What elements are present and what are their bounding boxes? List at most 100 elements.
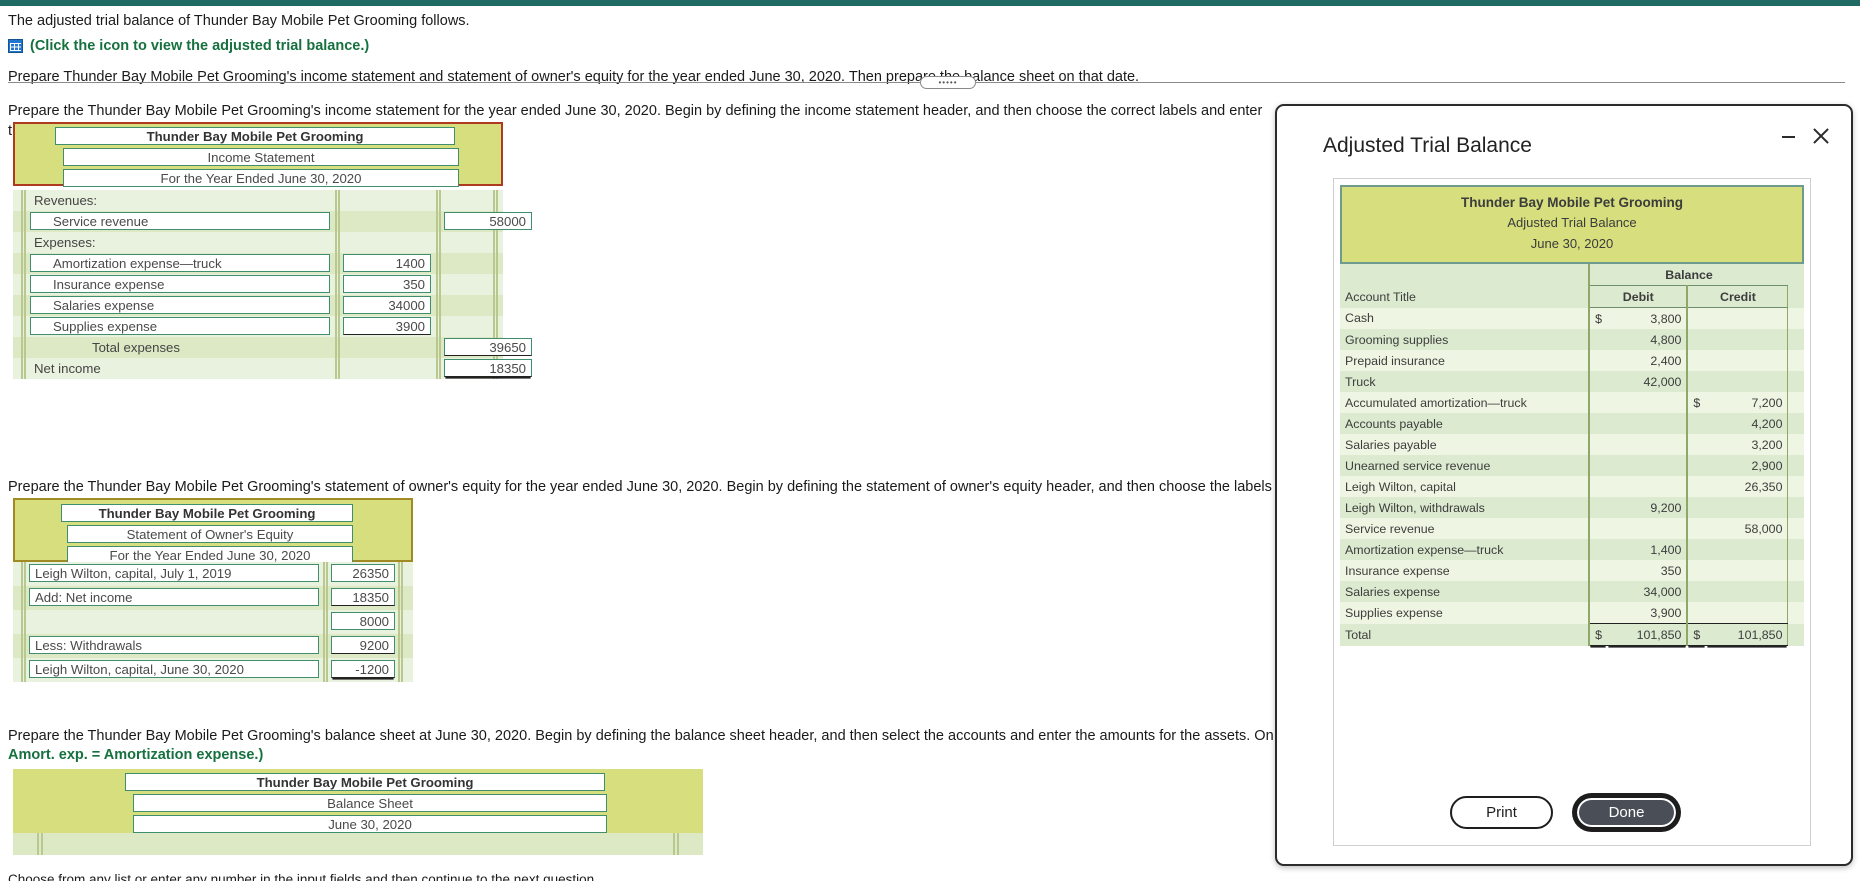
bottom-instruction: Choose from any list or enter any number…: [8, 872, 598, 881]
tb-credit-amount: 3,200: [1705, 434, 1788, 455]
tb-credit-currency: [1686, 560, 1706, 581]
column-rule: [326, 562, 328, 586]
tb-credit-amount: 58,000: [1705, 518, 1788, 539]
is-header-title-input[interactable]: Income Statement: [63, 148, 459, 166]
grid-table-icon[interactable]: [8, 38, 23, 53]
oe-amount-input[interactable]: 9200: [331, 636, 395, 654]
is-account-label-input[interactable]: Salaries expense: [30, 296, 330, 314]
tb-debit-currency: [1588, 392, 1608, 413]
is-account-label-input[interactable]: Service revenue: [30, 212, 330, 230]
tb-account-title: Truck: [1340, 371, 1590, 392]
print-button[interactable]: Print: [1450, 796, 1553, 829]
is-header-period-input[interactable]: For the Year Ended June 30, 2020: [63, 169, 459, 187]
is-row: Service revenue 58000: [13, 211, 532, 232]
is-amount-outer-input[interactable]: 58000: [444, 212, 532, 230]
column-rule: [24, 586, 26, 610]
column-rule: [21, 658, 23, 682]
is-amount-inner-input[interactable]: 1400: [343, 254, 431, 272]
is-amount-outer-input[interactable]: 39650: [444, 338, 532, 356]
bs-header-company-input[interactable]: Thunder Bay Mobile Pet Grooming: [125, 773, 605, 791]
tb-debit-amount: 2,400: [1607, 350, 1688, 371]
tb-credit-currency: $: [1686, 623, 1706, 646]
column-rule: [335, 211, 337, 232]
column-rule: [398, 658, 400, 682]
column-rule: [401, 562, 403, 586]
column-rule: [439, 253, 441, 274]
balance-group-header: Balance: [1588, 264, 1788, 286]
tb-account-title: Unearned service revenue: [1340, 455, 1590, 476]
column-rule: [496, 316, 498, 337]
oe-header-company-input[interactable]: Thunder Bay Mobile Pet Grooming: [61, 504, 353, 522]
is-row: Insurance expense 350: [13, 274, 503, 295]
column-rule: [21, 211, 23, 232]
dialog-title: Adjusted Trial Balance: [1323, 134, 1532, 157]
tb-debit-currency: [1588, 476, 1608, 497]
column-rule: [436, 211, 438, 232]
is-amount-inner-input[interactable]: 350: [343, 275, 431, 293]
tb-credit-currency: [1686, 476, 1706, 497]
tb-credit-amount: [1705, 581, 1788, 602]
col-account-title: Account Title: [1340, 285, 1590, 308]
column-rule: [496, 295, 498, 316]
table-row: Accounts payable 4,200: [1340, 413, 1804, 434]
close-icon[interactable]: [1809, 124, 1833, 148]
oe-amount-input[interactable]: 8000: [331, 612, 395, 630]
is-section-label: Net income: [34, 361, 101, 376]
tb-row-end-spacer: [1787, 518, 1804, 539]
minimize-icon[interactable]: [1779, 128, 1797, 146]
column-rule: [439, 295, 441, 316]
is-account-label-input[interactable]: Insurance expense: [30, 275, 330, 293]
table-row: Supplies expense 3,900: [1340, 602, 1804, 624]
tb-credit-currency: [1686, 581, 1706, 602]
is-amount-outer-input[interactable]: 18350: [444, 359, 532, 377]
tb-account-title: Accounts payable: [1340, 413, 1590, 434]
oe-amount-input[interactable]: -1200: [331, 660, 395, 678]
tb-account-title: Cash: [1340, 307, 1590, 329]
column-rule: [338, 253, 340, 274]
col-credit: Credit: [1686, 285, 1788, 308]
column-rule: [335, 295, 337, 316]
dialog-button-row: Print Done: [1277, 796, 1851, 829]
done-button[interactable]: Done: [1575, 796, 1678, 829]
column-rule: [338, 295, 340, 316]
group-header-endspacer: [1787, 264, 1804, 286]
tb-debit-currency: [1588, 539, 1608, 560]
is-amount-inner-input[interactable]: 34000: [343, 296, 431, 314]
oe-row: 8000: [13, 610, 413, 634]
bs-header-title-input[interactable]: Balance Sheet: [133, 794, 607, 812]
tb-debit-amount: 350: [1607, 560, 1688, 581]
column-rule: [335, 316, 337, 337]
view-trial-balance-link[interactable]: (Click the icon to view the adjusted tri…: [30, 38, 369, 54]
oe-amount-input[interactable]: 26350: [331, 564, 395, 582]
oe-row: Add: Net income 18350: [13, 586, 413, 610]
oe-label-input[interactable]: Leigh Wilton, capital, July 1, 2019: [29, 564, 319, 582]
column-rule: [338, 337, 340, 358]
oe-amount-input[interactable]: 18350: [331, 588, 395, 606]
column-rule: [493, 274, 495, 295]
is-amount-inner-input[interactable]: 3900: [343, 317, 431, 335]
column-rule: [24, 253, 26, 274]
is-account-label-input[interactable]: Supplies expense: [30, 317, 330, 335]
oe-label-input[interactable]: Add: Net income: [29, 588, 319, 606]
oe-label-input[interactable]: Less: Withdrawals: [29, 636, 319, 654]
divider-drag-handle[interactable]: •••••: [920, 76, 976, 89]
column-rule: [493, 190, 495, 211]
column-rule: [401, 610, 403, 634]
column-rule: [496, 253, 498, 274]
tb-debit-amount: [1607, 455, 1688, 476]
column-rule: [493, 253, 495, 274]
is-header-company-input[interactable]: Thunder Bay Mobile Pet Grooming: [55, 127, 455, 145]
tb-account-title: Salaries expense: [1340, 581, 1590, 602]
column-rule: [21, 586, 23, 610]
column-rule: [401, 658, 403, 682]
trial-balance-table: Balance Account Title Debit Credit Cash $…: [1340, 264, 1804, 646]
column-rule: [24, 610, 26, 634]
column-rule: [436, 232, 438, 253]
oe-label-input[interactable]: Leigh Wilton, capital, June 30, 2020: [29, 660, 319, 678]
column-rule: [338, 211, 340, 232]
is-account-label-input[interactable]: Amortization expense—truck: [30, 254, 330, 272]
tb-debit-currency: $: [1588, 307, 1608, 329]
bs-header-date-input[interactable]: June 30, 2020: [133, 815, 607, 833]
oe-header-title-input[interactable]: Statement of Owner's Equity: [67, 525, 353, 543]
oe-row: Less: Withdrawals 9200: [13, 634, 413, 658]
